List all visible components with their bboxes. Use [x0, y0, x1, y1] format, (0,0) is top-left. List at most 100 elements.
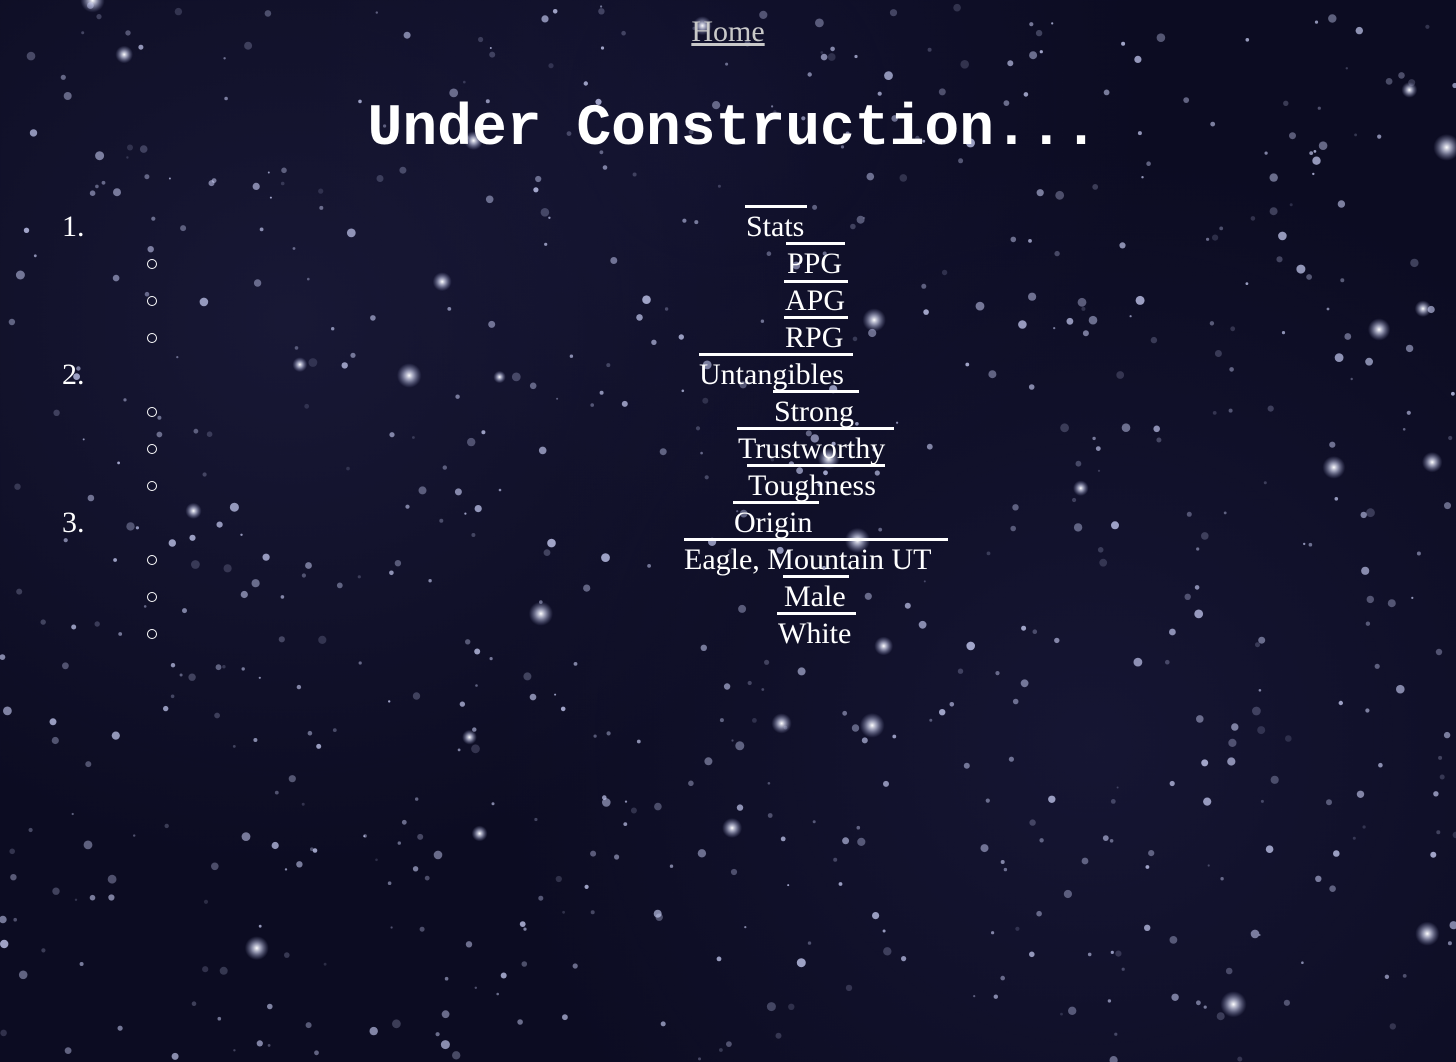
star	[1116, 786, 1119, 789]
star	[1402, 974, 1407, 978]
star	[1029, 51, 1038, 60]
star	[452, 1051, 461, 1060]
star	[1227, 757, 1236, 766]
star	[861, 737, 868, 744]
star	[1449, 921, 1456, 930]
star	[636, 739, 641, 744]
star	[419, 926, 425, 932]
star	[866, 172, 875, 181]
star	[244, 936, 269, 961]
star	[323, 962, 327, 966]
star	[1109, 839, 1114, 843]
star	[1258, 689, 1262, 692]
star	[767, 813, 773, 818]
section-label: Stats	[746, 210, 805, 243]
star	[133, 834, 136, 837]
star	[79, 962, 84, 966]
star	[1352, 836, 1356, 840]
star	[1107, 999, 1112, 1003]
star	[993, 994, 998, 999]
star	[560, 706, 566, 712]
list-item-label: PPG	[787, 247, 843, 280]
star	[1103, 89, 1110, 96]
star	[534, 817, 538, 822]
bullet-icon	[145, 578, 159, 615]
star	[1326, 799, 1332, 806]
star	[1169, 780, 1175, 787]
star	[960, 60, 969, 69]
star	[170, 663, 176, 668]
star	[624, 800, 628, 803]
star	[475, 684, 478, 687]
star	[358, 661, 362, 665]
star	[392, 1019, 401, 1029]
star	[521, 961, 528, 967]
star	[857, 837, 866, 847]
star	[440, 1040, 450, 1050]
star	[1270, 775, 1279, 784]
star	[892, 734, 897, 739]
star	[1228, 738, 1237, 748]
star	[284, 868, 288, 871]
star	[305, 1022, 312, 1029]
star	[562, 1014, 568, 1021]
rule-segment	[783, 575, 849, 578]
star	[164, 823, 169, 829]
star	[1265, 845, 1274, 853]
star	[3, 706, 12, 716]
star	[253, 738, 258, 742]
star	[1433, 791, 1439, 797]
star	[744, 926, 747, 929]
star	[1333, 850, 1340, 857]
star	[807, 941, 812, 945]
star	[89, 190, 96, 196]
star	[1398, 72, 1405, 79]
star	[1110, 799, 1116, 804]
star	[252, 182, 260, 190]
star	[797, 667, 806, 676]
star	[716, 956, 722, 962]
rule-segment	[745, 205, 807, 208]
star	[766, 1002, 776, 1012]
star	[548, 63, 554, 69]
star	[838, 882, 843, 886]
list-item-label: APG	[785, 284, 846, 317]
star	[1039, 838, 1044, 843]
star	[856, 825, 861, 830]
list-item: RPG	[0, 319, 1456, 356]
star	[1289, 203, 1293, 207]
star	[1430, 851, 1437, 858]
star	[168, 177, 171, 180]
home-link[interactable]: Home	[691, 15, 764, 48]
star	[256, 1040, 263, 1047]
star	[654, 802, 662, 811]
star	[401, 819, 407, 825]
star	[95, 184, 99, 189]
star	[191, 1001, 197, 1006]
star	[83, 840, 93, 850]
star	[1115, 950, 1122, 957]
star	[726, 1041, 732, 1047]
star	[1060, 1012, 1063, 1016]
star	[258, 924, 262, 928]
star	[1257, 726, 1266, 735]
star	[901, 956, 907, 962]
star	[9, 848, 15, 855]
star	[1029, 951, 1035, 958]
star	[1443, 731, 1451, 739]
star	[623, 822, 628, 826]
star	[1008, 756, 1015, 762]
rule-segment	[777, 612, 856, 615]
star	[375, 858, 378, 862]
list-item: Eagle, Mountain UT	[0, 541, 1456, 578]
star	[465, 941, 473, 948]
star	[535, 175, 542, 183]
star	[761, 688, 765, 691]
star	[1007, 60, 1014, 67]
star	[223, 57, 226, 60]
star	[1134, 55, 1142, 64]
star	[232, 745, 236, 748]
star	[938, 88, 946, 96]
star	[632, 172, 637, 177]
star	[1452, 82, 1456, 89]
